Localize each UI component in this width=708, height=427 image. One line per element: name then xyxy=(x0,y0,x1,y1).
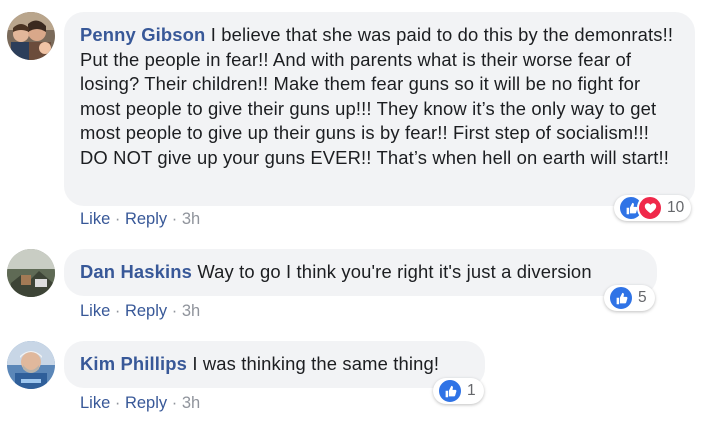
like-icon xyxy=(608,285,634,311)
like-link[interactable]: Like xyxy=(80,302,110,320)
separator: · xyxy=(171,210,182,228)
reaction-count: 10 xyxy=(667,199,685,216)
reply-link[interactable]: Reply xyxy=(125,394,167,412)
comment-actions: Like · Reply · 3h xyxy=(80,394,200,413)
comment-author[interactable]: Dan Haskins xyxy=(80,261,192,282)
reaction-count: 5 xyxy=(638,289,647,306)
comment-author[interactable]: Penny Gibson xyxy=(80,24,205,45)
separator: · xyxy=(171,394,182,412)
separator: · xyxy=(114,302,125,320)
love-icon xyxy=(637,195,663,221)
avatar[interactable] xyxy=(7,341,55,389)
comment-bubble: Dan Haskins Way to go I think you're rig… xyxy=(64,249,657,296)
comment-author[interactable]: Kim Phillips xyxy=(80,353,187,374)
like-link[interactable]: Like xyxy=(80,394,110,412)
reply-link[interactable]: Reply xyxy=(125,210,167,228)
reaction-summary[interactable]: 1 xyxy=(433,378,484,404)
timestamp[interactable]: 3h xyxy=(182,302,200,320)
like-link[interactable]: Like xyxy=(80,210,110,228)
reply-link[interactable]: Reply xyxy=(125,302,167,320)
comment-text: I believe that she was paid to do this b… xyxy=(80,24,674,168)
comment-bubble: Penny Gibson I believe that she was paid… xyxy=(64,12,695,206)
comment-actions: Like · Reply · 3h xyxy=(80,210,200,229)
reaction-summary[interactable]: 10 xyxy=(614,195,692,221)
comment-text: I was thinking the same thing! xyxy=(192,353,440,374)
separator: · xyxy=(114,210,125,228)
comment-bubble: Kim Phillips I was thinking the same thi… xyxy=(64,341,485,388)
avatar[interactable] xyxy=(7,249,55,297)
timestamp[interactable]: 3h xyxy=(182,210,200,228)
reaction-count: 1 xyxy=(467,382,476,399)
comment-actions: Like · Reply · 3h xyxy=(80,302,200,321)
comment-text: Way to go I think you're right it's just… xyxy=(197,261,592,282)
avatar[interactable] xyxy=(7,12,55,60)
separator: · xyxy=(114,394,125,412)
timestamp[interactable]: 3h xyxy=(182,394,200,412)
separator: · xyxy=(171,302,182,320)
like-icon xyxy=(437,378,463,404)
reaction-summary[interactable]: 5 xyxy=(604,285,655,311)
